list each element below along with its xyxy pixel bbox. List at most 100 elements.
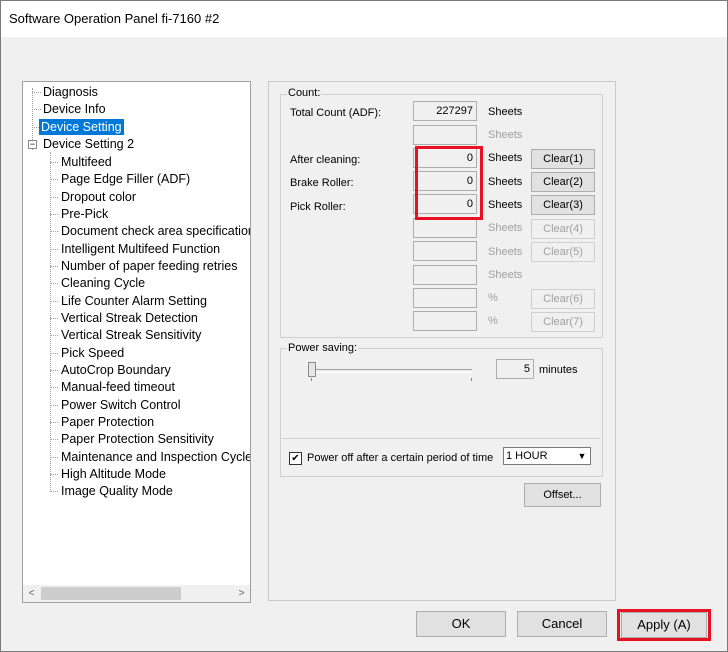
count-field [413,218,477,238]
brake-roller-label: Brake Roller: [290,177,354,189]
unit-label: Sheets [488,152,523,164]
apply-highlight-box [617,609,711,641]
power-off-checkbox[interactable]: ✔ [289,452,302,465]
total-count-field: 227297 [413,101,477,121]
unit-label: Sheets [488,129,523,141]
tree-item-high-altitude-mode[interactable]: High Altitude Mode [59,466,168,482]
count-field [413,125,477,145]
tree-line [50,318,58,319]
tree-item-device-setting-2[interactable]: Device Setting 2 [41,136,136,152]
tree-line [50,335,58,336]
tree-item-dropout-color[interactable]: Dropout color [59,189,138,205]
tree-item-vertical-streak-detection[interactable]: Vertical Streak Detection [59,310,200,326]
tree-line [50,162,58,163]
tree-line [50,231,58,232]
unit-label: Sheets [488,106,523,118]
tree-item-cleaning-cycle[interactable]: Cleaning Cycle [59,275,147,291]
tree-line [50,387,58,388]
ok-button[interactable]: OK [416,611,506,637]
chevron-down-icon[interactable]: ▼ [574,448,590,464]
power-saving-slider-thumb[interactable] [308,362,316,377]
tree-line [50,197,58,198]
clear-7-button[interactable]: Clear(7) [531,312,595,332]
horizontal-scrollbar[interactable]: < > [23,585,250,602]
minutes-label: minutes [539,364,578,376]
tree-item-maintenance-inspection-cycle[interactable]: Maintenance and Inspection Cycle [59,449,250,465]
power-saving-title: Power saving: [287,342,359,354]
group-divider [282,438,600,439]
tree-item-page-edge-filler[interactable]: Page Edge Filler (ADF) [59,171,192,187]
count-field [413,288,477,308]
tree-item-vertical-streak-sensitivity[interactable]: Vertical Streak Sensitivity [59,327,203,343]
clear-6-button[interactable]: Clear(6) [531,289,595,309]
clear-1-button[interactable]: Clear(1) [531,149,595,169]
tree-item-device-info[interactable]: Device Info [41,101,108,117]
settings-tree[interactable]: − Diagnosis Device Info Device Setting D… [22,81,251,603]
count-group-title: Count: [287,87,322,99]
clear-3-button[interactable]: Clear(3) [531,195,595,215]
tree-line [50,214,58,215]
unit-label: Sheets [488,199,523,211]
tree-line [50,422,58,423]
tree-line [32,109,41,110]
tree-line [50,457,58,458]
tree-line [50,439,58,440]
tree-item-image-quality-mode[interactable]: Image Quality Mode [59,483,175,499]
tree-line [32,92,41,93]
count-field [413,241,477,261]
tree-item-intelligent-multifeed[interactable]: Intelligent Multifeed Function [59,241,222,257]
tree-line [50,179,58,180]
tree-item-document-check-area[interactable]: Document check area specification [59,223,250,239]
tree-line [50,266,58,267]
clear-4-button[interactable]: Clear(4) [531,219,595,239]
window: Software Operation Panel fi-7160 #2 − Di… [0,0,728,652]
scrollbar-thumb[interactable] [41,587,181,600]
tree-item-paper-protection[interactable]: Paper Protection [59,414,156,430]
tree-line [50,283,58,284]
after-cleaning-label: After cleaning: [290,154,361,166]
slider-tick [311,378,312,381]
unit-label: Sheets [488,176,523,188]
pick-roller-label: Pick Roller: [290,201,346,213]
tree-line [50,474,58,475]
tree-item-life-counter-alarm[interactable]: Life Counter Alarm Setting [59,293,209,309]
tree-item-manual-feed-timeout[interactable]: Manual-feed timeout [59,379,177,395]
tree-line [50,301,58,302]
tree-item-pre-pick[interactable]: Pre-Pick [59,206,110,222]
tree-item-pick-speed[interactable]: Pick Speed [59,345,126,361]
window-title: Software Operation Panel fi-7160 #2 [9,11,220,26]
tree-line [50,353,58,354]
tree-line [50,491,58,492]
collapse-icon[interactable]: − [28,140,37,149]
minutes-field[interactable]: 5 [496,359,534,379]
tree-item-diagnosis[interactable]: Diagnosis [41,84,100,100]
tree-item-paper-protection-sensitivity[interactable]: Paper Protection Sensitivity [59,431,216,447]
power-saving-slider-track[interactable] [312,369,472,373]
unit-label: % [488,292,498,304]
unit-label: Sheets [488,246,523,258]
count-field [413,265,477,285]
offset-button[interactable]: Offset... [524,483,601,507]
clear-5-button[interactable]: Clear(5) [531,242,595,262]
tree-item-autocrop-boundary[interactable]: AutoCrop Boundary [59,362,173,378]
tree-item-multifeed[interactable]: Multifeed [59,154,114,170]
scroll-left-icon[interactable]: < [23,585,40,602]
title-bar: Software Operation Panel fi-7160 #2 [1,1,727,37]
slider-tick [471,378,472,381]
clear-2-button[interactable]: Clear(2) [531,172,595,192]
tree-line [50,249,58,250]
power-off-time-select[interactable]: 1 HOUR ▼ [503,447,591,465]
unit-label: Sheets [488,269,523,281]
highlight-box [415,146,483,220]
scroll-right-icon[interactable]: > [233,585,250,602]
tree-line [50,405,58,406]
tree-line [50,370,58,371]
tree-item-power-switch-control[interactable]: Power Switch Control [59,397,183,413]
power-off-time-value: 1 HOUR [506,450,548,462]
cancel-button[interactable]: Cancel [517,611,607,637]
tree-item-device-setting[interactable]: Device Setting [39,119,124,135]
tree-item-paper-feeding-retries[interactable]: Number of paper feeding retries [59,258,239,274]
unit-label: Sheets [488,222,523,234]
total-count-label: Total Count (ADF): [290,107,382,119]
count-field [413,311,477,331]
